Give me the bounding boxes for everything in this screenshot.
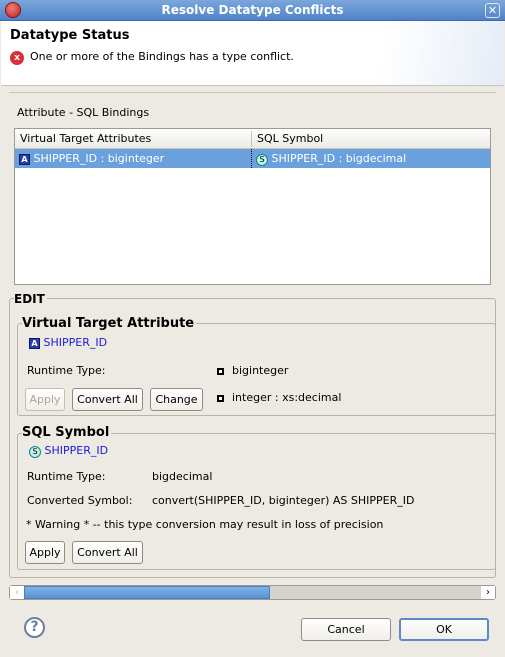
type-option-biginteger[interactable]: biginteger (217, 364, 288, 377)
vta-name-text: SHIPPER_ID (43, 336, 108, 349)
converted-value: convert(SHIPPER_ID, biginteger) AS SHIPP… (152, 494, 415, 507)
status-banner: Datatype Status x One or more of the Bin… (1, 21, 504, 86)
sql-name: S SHIPPER_ID (29, 444, 108, 458)
vta-apply-button[interactable]: Apply (25, 388, 65, 411)
error-icon: x (10, 51, 24, 65)
cancel-button[interactable]: Cancel (301, 618, 391, 641)
separator (9, 92, 496, 93)
banner-title: Datatype Status (10, 28, 130, 43)
vta-title: Virtual Target Attribute (22, 316, 197, 331)
bullet-icon (217, 367, 224, 375)
symbol-icon: S (29, 446, 41, 458)
attribute-text: SHIPPER_ID : biginteger (33, 152, 165, 165)
table-row[interactable]: A SHIPPER_ID : biginteger S SHIPPER_ID :… (15, 149, 490, 168)
bindings-table[interactable]: Virtual Target Attributes SQL Symbol A S… (14, 128, 491, 285)
title-bar: Resolve Datatype Conflicts ✕ (0, 0, 505, 21)
sql-title: SQL Symbol (22, 425, 112, 440)
sql-name-text: SHIPPER_ID (44, 444, 109, 457)
symbol-icon: S (256, 154, 268, 166)
type-option-text: biginteger (232, 364, 289, 377)
attribute-cell: A SHIPPER_ID : biginteger (19, 152, 164, 165)
vta-name: A SHIPPER_ID (29, 336, 107, 349)
symbol-cell: S SHIPPER_ID : bigdecimal (256, 152, 406, 166)
edit-title: EDIT (14, 292, 47, 306)
bullet-icon (217, 394, 224, 402)
vta-convert-all-button[interactable]: Convert All (72, 388, 143, 411)
type-option-integer[interactable]: integer : xs:decimal (217, 391, 341, 404)
horizontal-scrollbar[interactable]: ‹ › (9, 585, 496, 600)
sql-runtime-label: Runtime Type: (27, 470, 106, 483)
sql-runtime-value: bigdecimal (152, 470, 213, 483)
help-icon[interactable]: ? (24, 617, 45, 638)
sql-convert-all-button[interactable]: Convert All (72, 541, 143, 564)
ok-button[interactable]: OK (399, 618, 489, 641)
close-icon[interactable]: ✕ (485, 3, 500, 18)
column-header-attributes[interactable]: Virtual Target Attributes (20, 132, 151, 145)
attribute-icon: A (19, 154, 30, 165)
bindings-label: Attribute - SQL Bindings (17, 106, 150, 119)
type-option-text: integer : xs:decimal (232, 391, 342, 404)
table-header: Virtual Target Attributes SQL Symbol (15, 129, 490, 149)
window-title: Resolve Datatype Conflicts (161, 3, 344, 17)
column-separator (251, 131, 252, 147)
symbol-text: SHIPPER_ID : bigdecimal (271, 152, 407, 165)
attribute-icon: A (29, 338, 40, 349)
precision-warning: * Warning * -- this type conversion may … (26, 518, 384, 531)
scroll-right-icon[interactable]: › (481, 586, 495, 599)
column-header-symbol[interactable]: SQL Symbol (257, 132, 323, 145)
cell-divider (251, 149, 252, 168)
banner-message: One or more of the Bindings has a type c… (30, 50, 294, 63)
change-button[interactable]: Change (150, 388, 203, 411)
converted-label: Converted Symbol: (27, 494, 133, 507)
sql-apply-button[interactable]: Apply (25, 541, 65, 564)
scrollbar-thumb[interactable] (24, 586, 270, 599)
scroll-left-icon[interactable]: ‹ (10, 586, 24, 599)
vta-runtime-label: Runtime Type: (27, 364, 106, 377)
